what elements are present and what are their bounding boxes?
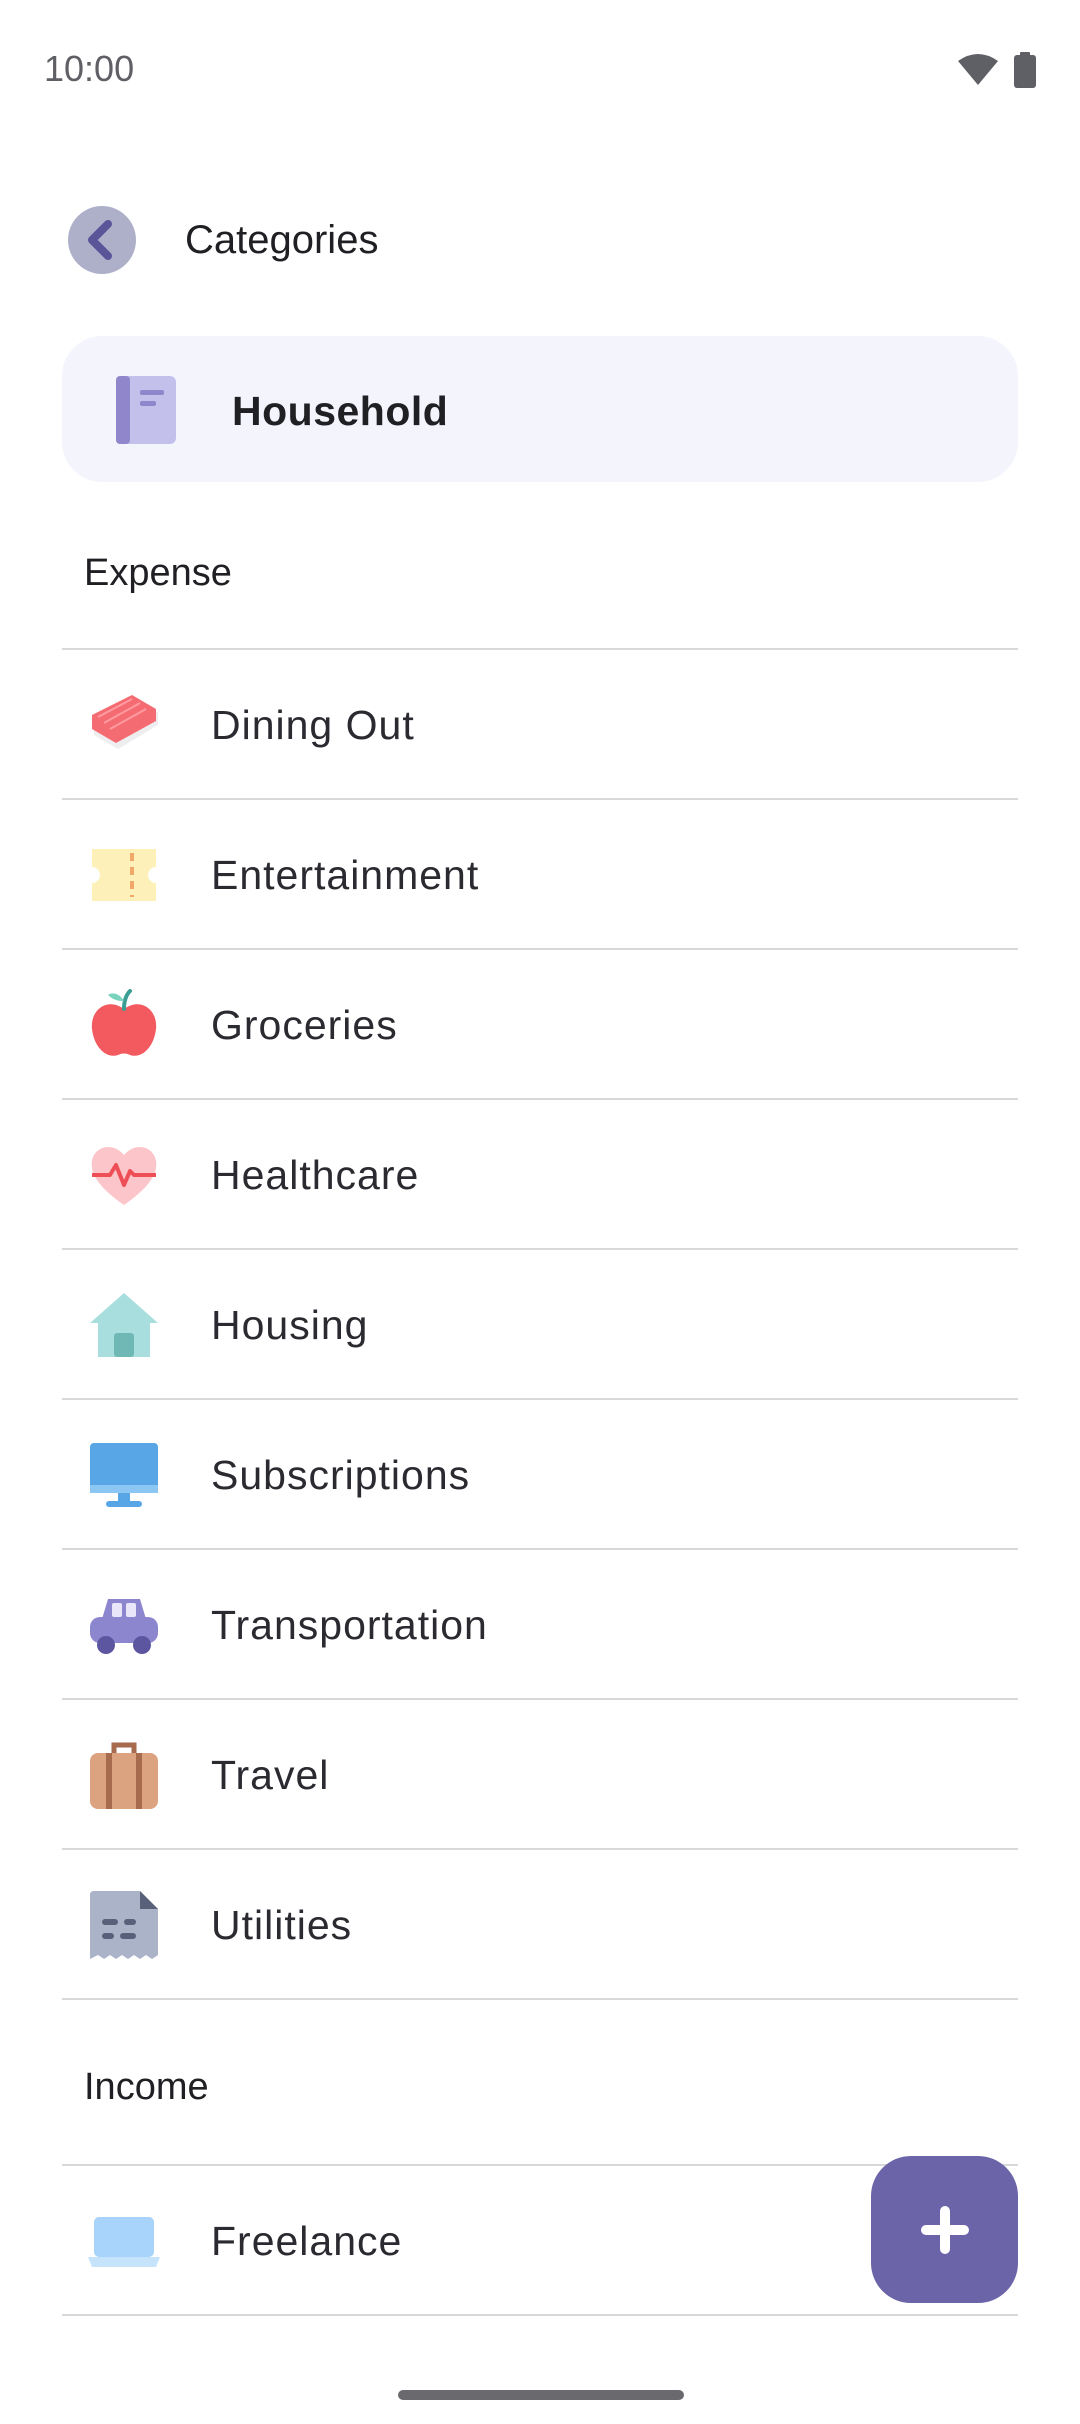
category-label: Healthcare	[211, 1152, 420, 1198]
plus-icon	[920, 2205, 969, 2254]
status-time: 10:00	[44, 48, 135, 89]
sushi-icon	[92, 695, 158, 749]
section-header-expense: Expense	[84, 552, 232, 594]
category-row-healthcare[interactable]: Healthcare	[62, 1098, 1018, 1248]
add-category-button[interactable]	[871, 2156, 1018, 2303]
wifi-icon	[958, 54, 998, 85]
home-indicator[interactable]	[398, 2390, 684, 2400]
category-label: Freelance	[211, 2218, 403, 2264]
category-label: Subscriptions	[211, 1452, 471, 1498]
heart-pulse-icon	[91, 1147, 157, 1205]
car-icon	[90, 1599, 158, 1654]
book-selector[interactable]: Household	[62, 336, 1018, 482]
category-label: Groceries	[211, 1002, 398, 1048]
category-row-utilities[interactable]: Utilities	[62, 1848, 1018, 2000]
category-row-transportation[interactable]: Transportation	[62, 1548, 1018, 1698]
category-label: Travel	[211, 1752, 330, 1798]
monitor-icon	[90, 1443, 158, 1507]
category-row-dining-out[interactable]: Dining Out	[62, 648, 1018, 798]
category-row-groceries[interactable]: Groceries	[62, 948, 1018, 1098]
house-icon	[90, 1293, 158, 1357]
expense-list: Dining Out Entertainment Groceries Healt…	[62, 648, 1018, 2000]
app-bar: Categories	[0, 190, 1080, 290]
chevron-left-icon	[88, 220, 112, 260]
back-button[interactable]	[68, 206, 136, 274]
ticket-icon	[92, 849, 156, 901]
suitcase-icon	[90, 1742, 158, 1809]
category-label: Dining Out	[211, 702, 415, 748]
battery-icon	[1014, 52, 1036, 88]
status-icons	[958, 52, 1036, 88]
book-icon	[116, 376, 176, 444]
receipt-icon	[90, 1891, 158, 1959]
page-title: Categories	[185, 218, 379, 262]
category-label: Utilities	[211, 1902, 353, 1948]
category-row-entertainment[interactable]: Entertainment	[62, 798, 1018, 948]
status-bar: 10:00	[0, 0, 1080, 140]
category-label: Transportation	[211, 1602, 488, 1648]
laptop-icon	[88, 2217, 160, 2267]
category-label: Entertainment	[211, 852, 480, 898]
book-label: Household	[232, 388, 449, 434]
apple-icon	[91, 989, 157, 1056]
category-row-travel[interactable]: Travel	[62, 1698, 1018, 1848]
category-label: Housing	[211, 1302, 369, 1348]
section-header-income: Income	[84, 2066, 209, 2108]
category-row-subscriptions[interactable]: Subscriptions	[62, 1398, 1018, 1548]
category-row-housing[interactable]: Housing	[62, 1248, 1018, 1398]
